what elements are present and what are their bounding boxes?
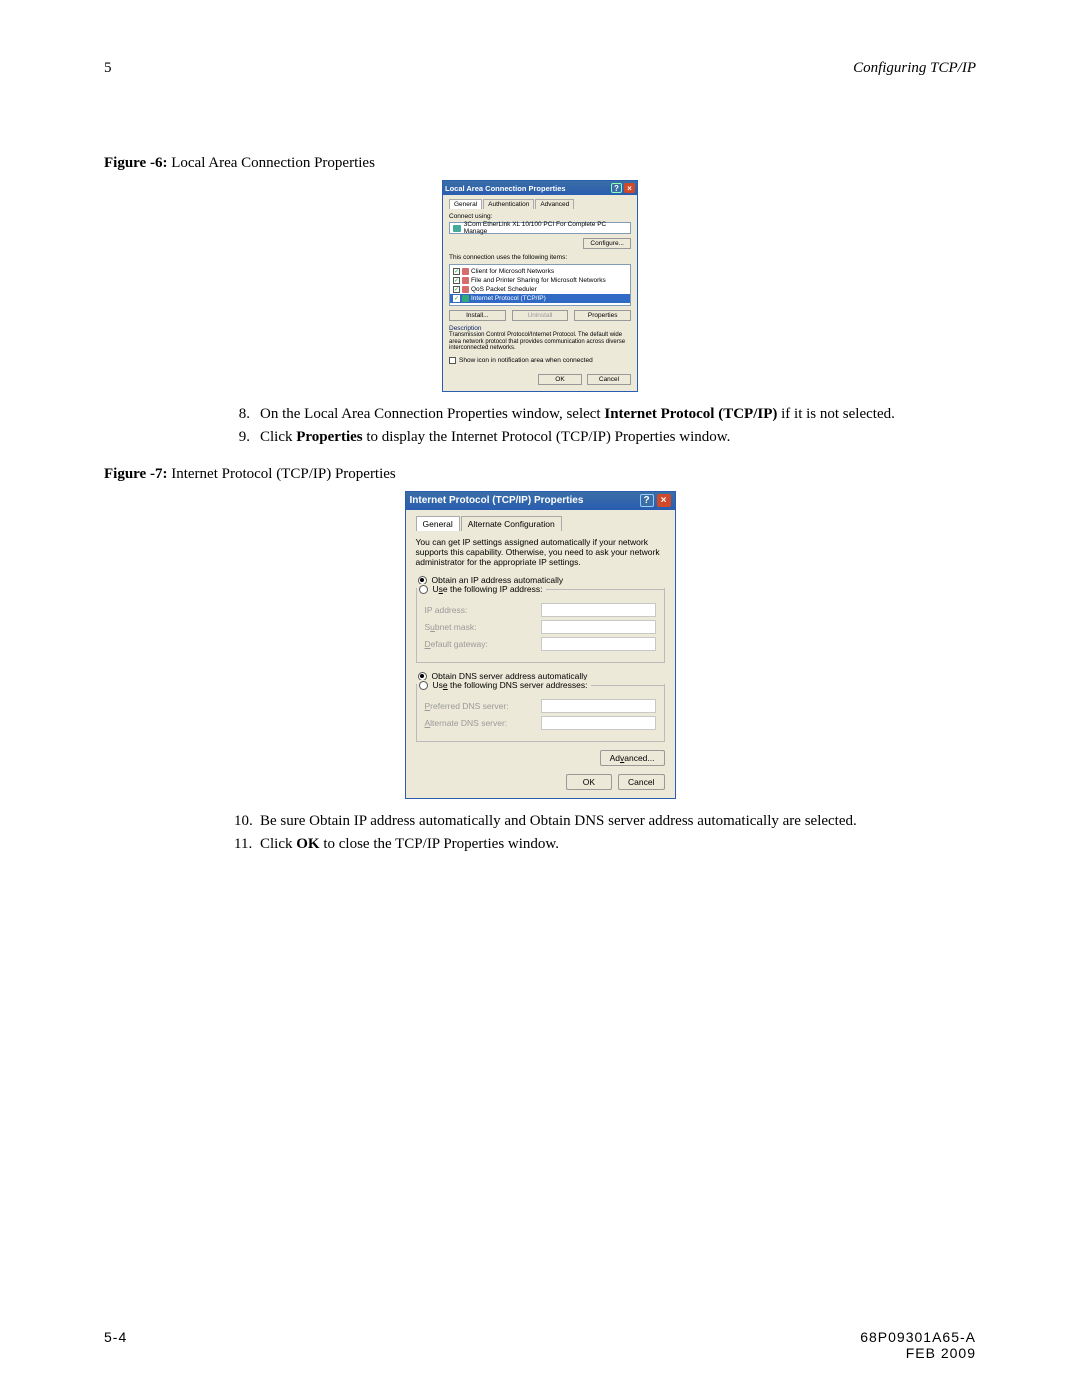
help-icon[interactable]: ? xyxy=(611,183,622,193)
step-8: 8. On the Local Area Connection Properti… xyxy=(234,406,976,423)
ip-label: IP address: xyxy=(425,605,468,615)
figure-7-label: Figure -7: xyxy=(104,466,167,482)
adapter-field: 3Com EtherLink XL 10/100 PCI For Complet… xyxy=(449,222,631,234)
uses-label: This connection uses the following items… xyxy=(449,254,631,261)
footer-page-number: 5-4 xyxy=(104,1329,127,1361)
description-text: Transmission Control Protocol/Internet P… xyxy=(449,332,631,352)
client-icon xyxy=(462,268,469,275)
description-header: Description xyxy=(449,325,631,332)
tab-advanced[interactable]: Advanced xyxy=(535,199,574,209)
tcpip-properties-dialog: Internet Protocol (TCP/IP) Properties ? … xyxy=(405,491,676,800)
configure-button[interactable]: Configure... xyxy=(583,238,631,249)
list-item-label: Client for Microsoft Networks xyxy=(471,268,554,275)
gateway-label: Default gateway:Default gateway: xyxy=(425,639,488,649)
page-footer: 5-4 68P09301A65-A FEB 2009 xyxy=(104,1329,976,1361)
ip-group: Use the following IP address: Use the fo… xyxy=(416,588,665,663)
service-icon xyxy=(462,286,469,293)
tab-alternate[interactable]: Alternate Configuration xyxy=(461,516,562,531)
footer-doc-id: 68P09301A65-A xyxy=(860,1329,976,1345)
pdns-field xyxy=(541,699,656,713)
help-icon[interactable]: ? xyxy=(640,494,654,507)
close-icon[interactable]: × xyxy=(657,494,671,507)
service-icon xyxy=(462,277,469,284)
adapter-name: 3Com EtherLink XL 10/100 PCI For Complet… xyxy=(464,221,627,235)
ip-field xyxy=(541,603,656,617)
list-item-tcpip: ✓ Internet Protocol (TCP/IP) xyxy=(450,294,630,303)
tab-general[interactable]: General xyxy=(416,516,460,531)
uninstall-button: Uninstall xyxy=(512,310,569,321)
lan-tabs: General Authentication Advanced xyxy=(449,199,631,209)
tcpip-info-text: You can get IP settings assigned automat… xyxy=(416,537,665,568)
radio-use-ip[interactable]: Use the following IP address: Use the fo… xyxy=(419,584,547,594)
figure-6-text: Local Area Connection Properties xyxy=(171,155,375,171)
checkbox-icon[interactable]: ✓ xyxy=(453,277,460,284)
properties-button[interactable]: Properties xyxy=(574,310,631,321)
pdns-label: Preferred DNS server:Preferred DNS serve… xyxy=(425,701,509,711)
footer-date: FEB 2009 xyxy=(860,1345,976,1361)
cancel-button[interactable]: Cancel xyxy=(587,374,631,385)
mask-field xyxy=(541,620,656,634)
tcpip-tabs: General Alternate Configuration xyxy=(416,516,665,531)
list-item: ✓ Client for Microsoft Networks xyxy=(450,267,630,276)
show-icon-label: Show icon in notification area when conn… xyxy=(459,357,593,364)
tab-authentication[interactable]: Authentication xyxy=(483,199,534,209)
checkbox-icon[interactable]: ✓ xyxy=(453,268,460,275)
nic-icon xyxy=(453,225,461,232)
figure-6-label: Figure -6: xyxy=(104,155,167,171)
tcpip-title-bar: Internet Protocol (TCP/IP) Properties ? … xyxy=(406,492,675,510)
lan-properties-dialog: Local Area Connection Properties ? × Gen… xyxy=(442,180,638,392)
radio-use-dns-label: Use the following DNS server addresses: xyxy=(433,680,588,690)
checkbox-icon[interactable]: ✓ xyxy=(453,286,460,293)
radio-icon xyxy=(419,585,428,594)
components-list[interactable]: ✓ Client for Microsoft Networks ✓ File a… xyxy=(449,264,631,306)
lan-title-text: Local Area Connection Properties xyxy=(445,184,566,193)
cancel-button[interactable]: Cancel xyxy=(618,774,664,790)
ok-button[interactable]: OK xyxy=(566,774,612,790)
checkbox-icon[interactable]: ✓ xyxy=(453,295,460,302)
list-item-label: File and Printer Sharing for Microsoft N… xyxy=(471,277,606,284)
show-icon-checkbox[interactable] xyxy=(449,357,456,364)
gateway-field xyxy=(541,637,656,651)
radio-use-dns[interactable]: Use the following DNS server addresses: … xyxy=(419,680,592,690)
page-header: 5 Configuring TCP/IP xyxy=(104,60,976,77)
ok-button[interactable]: OK xyxy=(538,374,582,385)
connect-using-label: Connect using: xyxy=(449,213,631,220)
close-icon[interactable]: × xyxy=(624,183,635,193)
mask-label: Subnet mask:Subnet mask: xyxy=(425,622,477,632)
radio-icon xyxy=(419,681,428,690)
tcpip-title-text: Internet Protocol (TCP/IP) Properties xyxy=(410,495,584,506)
install-button[interactable]: Install... xyxy=(449,310,506,321)
chapter-number: 5 xyxy=(104,60,112,77)
step-11: 11. Click OK to close the TCP/IP Propert… xyxy=(234,836,976,853)
list-item: ✓ File and Printer Sharing for Microsoft… xyxy=(450,276,630,285)
adns-label: Alternate DNS server:Alternate DNS serve… xyxy=(425,718,508,728)
section-title: Configuring TCP/IP xyxy=(853,60,976,77)
dns-group: Use the following DNS server addresses: … xyxy=(416,684,665,742)
figure-7-caption: Figure -7: Internet Protocol (TCP/IP) Pr… xyxy=(104,466,976,483)
figure-6-caption: Figure -6: Local Area Connection Propert… xyxy=(104,155,976,172)
radio-use-ip-label: Use the following IP address: xyxy=(433,584,543,594)
step-9: 9. Click Properties to display the Inter… xyxy=(234,429,976,446)
list-item-label: Internet Protocol (TCP/IP) xyxy=(471,295,546,302)
list-item-label: QoS Packet Scheduler xyxy=(471,286,537,293)
advanced-button[interactable]: Advanced...Advanced... xyxy=(600,750,665,766)
figure-7-text: Internet Protocol (TCP/IP) Properties xyxy=(171,466,396,482)
step-10: 10. Be sure Obtain IP address automatica… xyxy=(234,813,976,830)
list-item: ✓ QoS Packet Scheduler xyxy=(450,285,630,294)
tab-general[interactable]: General xyxy=(449,199,482,209)
lan-title-bar: Local Area Connection Properties ? × xyxy=(443,181,637,195)
protocol-icon xyxy=(462,295,469,302)
adns-field xyxy=(541,716,656,730)
